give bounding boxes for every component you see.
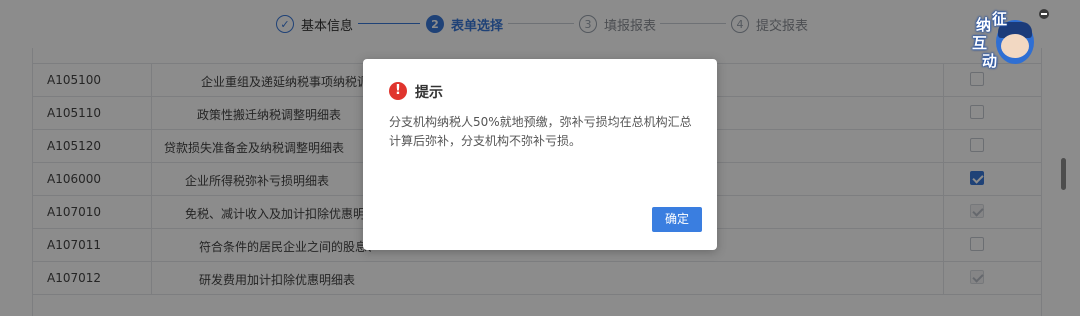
confirm-button[interactable]: 确定 — [652, 207, 702, 232]
mascot-char: 征 — [992, 10, 1008, 28]
alert-dialog: ! 提示 分支机构纳税人50%就地预缴，弥补亏损均在总机构汇总计算后弥补，分支机… — [363, 59, 717, 250]
warning-icon: ! — [389, 82, 407, 100]
minimize-icon[interactable] — [1039, 9, 1049, 19]
mascot-face-icon — [1001, 34, 1029, 58]
page: ✓ 基本信息 2 表单选择 3 填报报表 4 提交报表 A105100 企业重组… — [0, 0, 1080, 316]
mascot-widget[interactable]: 征 纳 互 动 — [968, 10, 1034, 70]
dialog-message: 分支机构纳税人50%就地预缴，弥补亏损均在总机构汇总计算后弥补，分支机构不弥补亏… — [389, 115, 692, 148]
mascot-char: 动 — [982, 52, 998, 70]
dialog-title: 提示 — [415, 85, 443, 101]
